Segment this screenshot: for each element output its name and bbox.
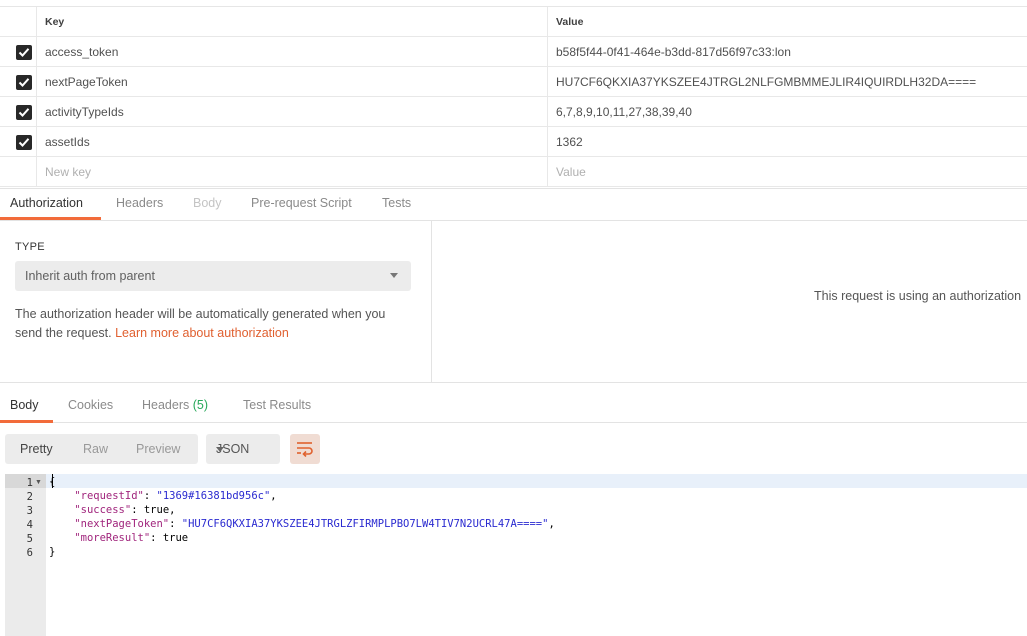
chevron-down-icon <box>216 447 224 452</box>
active-line-highlight <box>46 474 1027 488</box>
response-toolbar: Pretty Raw Preview JSON <box>0 434 1027 466</box>
param-key[interactable]: activityTypeIds <box>37 97 548 126</box>
line-number: 5 <box>26 533 33 545</box>
param-value[interactable]: b58f5f44-0f41-464e-b3dd-817d56f97c33:lon <box>548 37 1027 66</box>
wrap-lines-icon <box>297 442 313 457</box>
response-body-editor[interactable]: 1 ▼ 2 3 4 5 6 { "requestId": "1369#16381… <box>5 474 1027 636</box>
param-enabled-checkbox[interactable] <box>16 105 32 120</box>
text-cursor <box>52 474 53 488</box>
param-key[interactable]: access_token <box>37 37 548 66</box>
checkmark-icon <box>18 138 30 147</box>
auth-type-label: TYPE <box>15 241 45 253</box>
new-param-row: New key Value <box>0 157 1027 187</box>
format-select[interactable]: JSON <box>206 434 280 464</box>
tab-headers[interactable]: Headers <box>116 189 163 221</box>
param-row: activityTypeIds 6,7,8,9,10,11,27,38,39,4… <box>0 97 1027 127</box>
param-enabled-checkbox[interactable] <box>16 75 32 90</box>
param-row: access_token b58f5f44-0f41-464e-b3dd-817… <box>0 37 1027 67</box>
new-value-input[interactable]: Value <box>548 157 1027 186</box>
auth-type-value: Inherit auth from parent <box>25 269 155 283</box>
chevron-down-icon <box>390 273 398 278</box>
code-line: "success": true, <box>74 504 176 516</box>
request-tabs: Authorization Headers Body Pre-request S… <box>0 188 1027 221</box>
value-column-header: Value <box>556 16 584 28</box>
param-key[interactable]: nextPageToken <box>37 67 548 96</box>
checkmark-icon <box>18 108 30 117</box>
param-value[interactable]: 1362 <box>548 127 1027 156</box>
tab-pre-request-script[interactable]: Pre-request Script <box>251 189 352 221</box>
param-key[interactable]: assetIds <box>37 127 548 156</box>
view-preview-button[interactable]: Preview <box>136 434 180 464</box>
active-response-tab-indicator <box>0 420 53 423</box>
params-table: Key Value access_token b58f5f44-0f41-464… <box>0 0 1027 188</box>
active-tab-indicator <box>0 217 101 220</box>
auth-description: The authorization header will be automat… <box>15 307 386 340</box>
code-line: "requestId": "1369#16381bd956c", <box>74 490 277 502</box>
params-header-row: Key Value <box>0 7 1027 37</box>
auth-info-text: This request is using an authorization <box>814 289 1022 303</box>
wrap-lines-button[interactable] <box>290 434 320 464</box>
param-value[interactable]: HU7CF6QKXIA37YKSZEE4JTRGL2NLFGMBMMEJLIR4… <box>548 67 1027 96</box>
view-pretty-button[interactable]: Pretty <box>20 434 53 464</box>
key-column-header: Key <box>37 7 548 36</box>
response-tabs: Body Cookies Headers (5) Test Results <box>0 390 1027 423</box>
learn-more-link[interactable]: Learn more about authorization <box>115 326 289 340</box>
param-row: nextPageToken HU7CF6QKXIA37YKSZEE4JTRGL2… <box>0 67 1027 97</box>
view-raw-button[interactable]: Raw <box>83 434 108 464</box>
fold-toggle-icon[interactable]: ▼ <box>35 476 42 490</box>
headers-count-badge: (5) <box>192 398 209 412</box>
tab-body[interactable]: Body <box>193 189 222 221</box>
line-number: 3 <box>26 505 33 517</box>
param-row: assetIds 1362 <box>0 127 1027 157</box>
line-number: 6 <box>26 547 33 559</box>
view-mode-switch: Pretty Raw Preview <box>5 434 198 464</box>
code-line: } <box>49 546 56 558</box>
checkmark-icon <box>18 78 30 87</box>
param-enabled-checkbox[interactable] <box>16 135 32 150</box>
response-tab-body[interactable]: Body <box>10 390 39 422</box>
line-number: 2 <box>26 491 33 503</box>
new-key-input[interactable]: New key <box>37 157 548 186</box>
code-line: "nextPageToken": "HU7CF6QKXIA37YKSZEE4JT… <box>74 518 555 530</box>
line-number: 1 <box>26 477 33 489</box>
tab-tests[interactable]: Tests <box>382 189 411 221</box>
checkmark-icon <box>18 48 30 57</box>
code-line: "moreResult": true <box>74 532 189 544</box>
line-number: 4 <box>26 519 33 531</box>
param-value[interactable]: 6,7,8,9,10,11,27,38,39,40 <box>548 97 1027 126</box>
response-tab-cookies[interactable]: Cookies <box>68 390 113 422</box>
auth-type-select[interactable]: Inherit auth from parent <box>15 261 411 291</box>
param-enabled-checkbox[interactable] <box>16 45 32 60</box>
response-tab-headers[interactable]: Headers (5) <box>142 390 208 422</box>
auth-panel: TYPE Inherit auth from parent The author… <box>0 221 432 383</box>
response-tab-test-results[interactable]: Test Results <box>243 390 311 422</box>
